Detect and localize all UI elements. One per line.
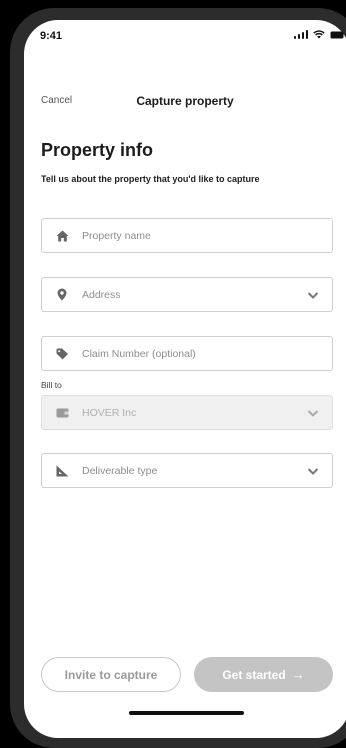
phone-frame bbox=[10, 8, 346, 748]
chevron-down-icon bbox=[307, 407, 319, 419]
bill-to-value: HOVER Inc bbox=[82, 407, 136, 419]
screen bbox=[24, 20, 346, 738]
section-subtitle: Tell us about the property that you'd li… bbox=[41, 174, 260, 184]
property-name-placeholder: Property name bbox=[82, 230, 151, 242]
page-title: Capture property bbox=[0, 94, 346, 108]
deliverable-type-placeholder: Deliverable type bbox=[82, 465, 157, 477]
location-pin-icon bbox=[55, 288, 69, 302]
address-placeholder: Address bbox=[82, 289, 121, 301]
property-name-field[interactable]: Property name bbox=[41, 218, 333, 253]
claim-number-field[interactable]: Claim Number (optional) bbox=[41, 336, 333, 371]
tag-icon bbox=[55, 347, 69, 361]
bill-to-label: Bill to bbox=[41, 380, 62, 390]
wallet-icon bbox=[55, 406, 69, 420]
battery-icon bbox=[330, 31, 346, 39]
bill-to-select: HOVER Inc bbox=[41, 395, 333, 430]
chevron-down-icon bbox=[307, 465, 319, 477]
arrow-right-icon: → bbox=[292, 667, 305, 682]
section-title: Property info bbox=[41, 140, 153, 161]
get-started-button[interactable]: Get started → bbox=[194, 657, 333, 692]
claim-number-placeholder: Claim Number (optional) bbox=[82, 348, 196, 360]
ruler-triangle-icon bbox=[55, 464, 69, 478]
address-select[interactable]: Address bbox=[41, 277, 333, 312]
home-icon bbox=[55, 229, 69, 243]
invite-to-capture-button[interactable]: Invite to capture bbox=[41, 657, 181, 692]
wifi-icon bbox=[313, 30, 325, 39]
get-started-label: Get started bbox=[222, 668, 285, 682]
signal-icon bbox=[294, 30, 309, 39]
status-icons bbox=[294, 30, 346, 39]
status-time: 9:41 bbox=[40, 30, 62, 42]
home-indicator bbox=[129, 711, 244, 715]
chevron-down-icon bbox=[307, 289, 319, 301]
deliverable-type-select[interactable]: Deliverable type bbox=[41, 453, 333, 488]
